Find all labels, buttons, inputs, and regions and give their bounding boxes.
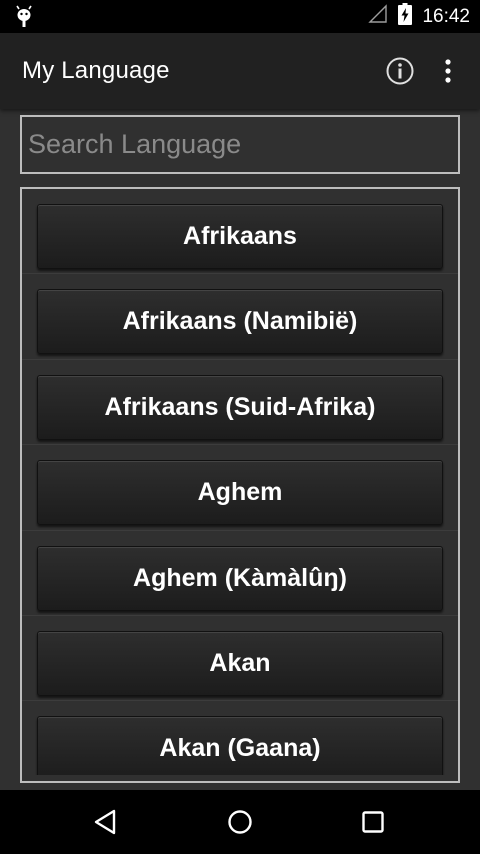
status-time: 16:42 bbox=[422, 5, 470, 27]
signal-icon bbox=[368, 4, 388, 29]
search-input[interactable] bbox=[22, 117, 458, 172]
language-button-akan-ghana[interactable]: Akan (Gaana) bbox=[37, 716, 443, 775]
list-item: Akan (Gaana) bbox=[22, 701, 458, 775]
language-list[interactable]: Afrikaans Afrikaans (Namibië) Afrikaans … bbox=[20, 187, 460, 783]
language-button-afrikaans-namibia[interactable]: Afrikaans (Namibië) bbox=[37, 289, 443, 355]
list-item: Afrikaans bbox=[22, 189, 458, 275]
status-bar: 16:42 bbox=[0, 0, 480, 33]
list-item: Aghem (Kàmàlûŋ) bbox=[22, 531, 458, 616]
list-item: Aghem bbox=[22, 445, 458, 531]
list-item: Afrikaans (Suid-Afrika) bbox=[22, 360, 458, 446]
nav-bar bbox=[0, 790, 480, 854]
overflow-menu-icon[interactable] bbox=[436, 55, 460, 87]
battery-charging-icon bbox=[398, 3, 413, 30]
search-box bbox=[20, 115, 460, 174]
language-button-aghem-cameroon[interactable]: Aghem (Kàmàlûŋ) bbox=[37, 545, 443, 611]
language-button-akan[interactable]: Akan bbox=[37, 630, 443, 696]
app-title: My Language bbox=[22, 57, 170, 84]
language-button-afrikaans[interactable]: Afrikaans bbox=[37, 204, 443, 269]
home-icon[interactable] bbox=[224, 806, 256, 838]
language-button-afrikaans-south-africa[interactable]: Afrikaans (Suid-Afrika) bbox=[37, 374, 443, 440]
app-bar: My Language bbox=[0, 33, 480, 109]
list-item: Afrikaans (Namibië) bbox=[22, 274, 458, 360]
info-icon[interactable] bbox=[384, 55, 416, 87]
android-debug-icon bbox=[12, 5, 36, 29]
language-button-aghem[interactable]: Aghem bbox=[37, 460, 443, 526]
recents-icon[interactable] bbox=[357, 806, 389, 838]
back-icon[interactable] bbox=[90, 806, 122, 838]
list-item: Akan bbox=[22, 616, 458, 702]
